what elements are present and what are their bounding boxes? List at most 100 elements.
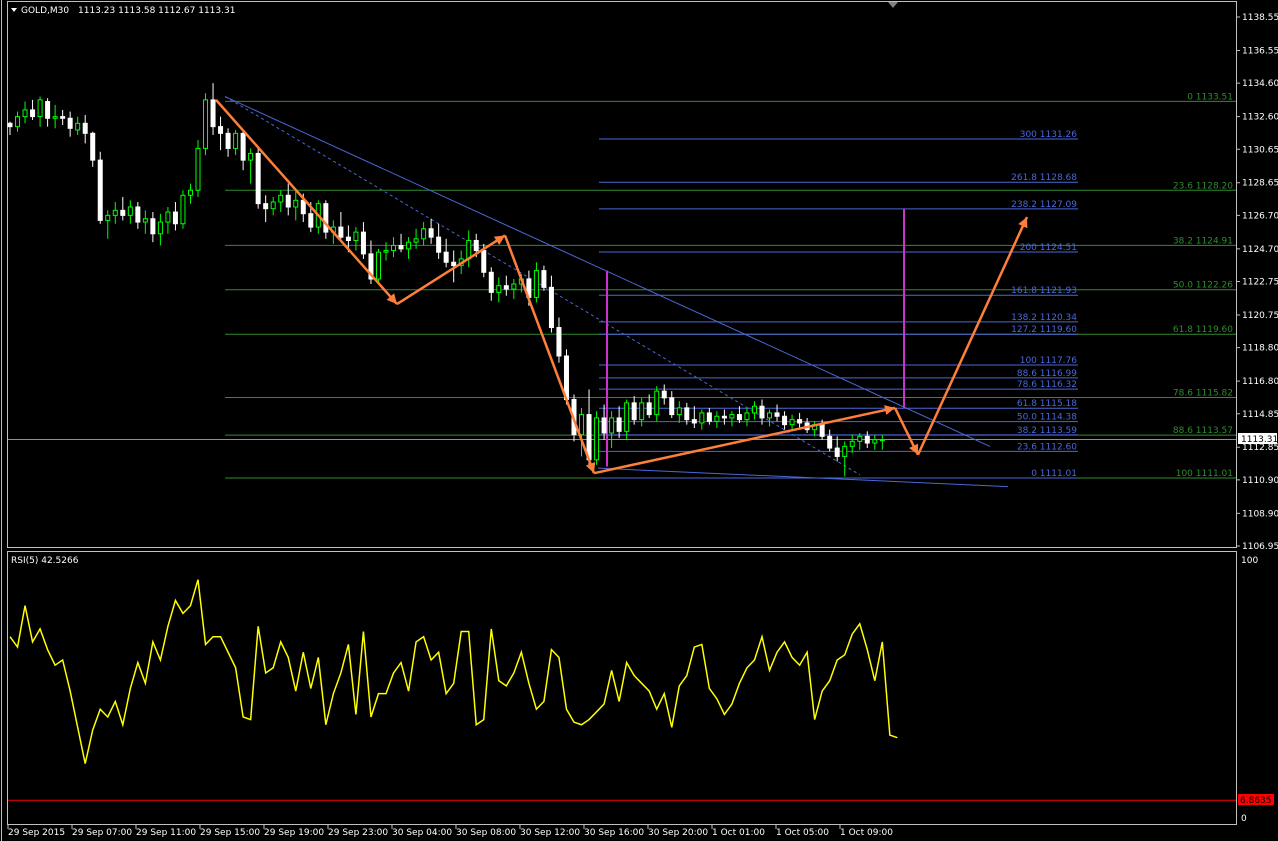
candle-body: [90, 132, 96, 161]
candle-body: [45, 101, 51, 119]
candle-body: [278, 194, 284, 203]
candle-body: [225, 132, 231, 149]
rsi-level-value: 6.8635: [1240, 796, 1272, 806]
candle-body: [646, 402, 652, 416]
candle-body: [30, 109, 36, 118]
candle-body: [67, 117, 73, 129]
price-tick-label: 1110.90: [1242, 476, 1278, 486]
fib-extension-label: 300 1131.26: [1020, 130, 1078, 140]
candle-body: [120, 209, 126, 216]
candle-body: [218, 126, 224, 134]
fib-retracement-label: 23.6 1128.20: [1173, 181, 1233, 191]
candle-body: [736, 414, 742, 421]
candle-body: [511, 283, 517, 290]
time-tick-label: 29 Sep 23:00: [328, 828, 388, 838]
candle-body: [842, 445, 848, 457]
candle-body: [473, 239, 479, 252]
candle-body: [338, 226, 344, 238]
candle-body: [60, 116, 66, 119]
time-tick-label: 30 Sep 16:00: [584, 828, 644, 838]
candle-body: [142, 218, 148, 223]
candle-body: [624, 402, 630, 432]
time-tick-label: 29 Sep 07:00: [72, 828, 132, 838]
candle-body: [819, 424, 825, 437]
candle-body: [421, 228, 427, 240]
price-tick-label: 1116.80: [1242, 377, 1278, 387]
candle-body: [308, 213, 314, 228]
candle-body: [661, 390, 667, 399]
time-tick-label: 29 Sep 2015: [8, 828, 65, 838]
fib-extension-label: 50.0 1114.38: [1017, 413, 1077, 423]
candle-body: [879, 439, 885, 442]
price-tick-label: 1106.95: [1242, 542, 1278, 552]
current-price-value: 1113.31: [1241, 435, 1278, 445]
trading-chart[interactable]: 0 1133.51 23.6 1128.20 38.2 1124.91 50.0 11…: [0, 0, 1278, 841]
candle-body: [157, 221, 163, 235]
candle-body: [383, 250, 389, 253]
price-tick-label: 1118.80: [1242, 344, 1278, 354]
candle-body: [105, 214, 111, 221]
price-tick-label: 1108.90: [1242, 509, 1278, 519]
candle-body: [774, 412, 780, 417]
fib-extension-label: 238.2 1127.09: [1011, 200, 1077, 210]
candle-body: [579, 414, 585, 436]
candle-body: [22, 109, 28, 118]
candle-body: [15, 116, 21, 128]
fib-extension-label: 200 1124.51: [1020, 243, 1077, 253]
candle-body: [789, 419, 795, 426]
candle-body: [684, 407, 690, 421]
candle-body: [556, 327, 562, 357]
candle-body: [691, 419, 697, 424]
fib-extension-label: 261.8 1128.68: [1011, 173, 1077, 183]
candle-body: [496, 285, 502, 293]
candle-body: [413, 238, 419, 243]
candle-body: [112, 209, 118, 216]
candle-body: [127, 206, 133, 216]
candle-body: [323, 203, 329, 233]
fib-extension-label: 138.2 1120.34: [1011, 313, 1077, 323]
price-tick-label: 1120.75: [1242, 311, 1278, 321]
candle-body: [293, 199, 299, 208]
candle-body: [466, 239, 472, 260]
fib-extension-label: 38.2 1113.59: [1017, 426, 1077, 436]
candle-body: [616, 417, 622, 432]
candle-body: [375, 251, 381, 280]
time-tick-label: 29 Sep 11:00: [136, 828, 196, 838]
price-tick-label: 1124.70: [1242, 245, 1278, 255]
candle-body: [436, 236, 442, 253]
candle-body: [849, 440, 855, 447]
ohlc-values: 1113.23 1113.58 1112.67 1113.31: [78, 6, 235, 16]
fib-retracement-label: 0 1133.51: [1187, 92, 1233, 102]
fib-extension-label: 161.8 1121.93: [1011, 286, 1077, 296]
candle-body: [263, 203, 269, 210]
symbol-label: GOLD,M30: [21, 6, 69, 16]
time-tick-label: 30 Sep 20:00: [648, 828, 708, 838]
fib-retracement-label: 38.2 1124.91: [1173, 236, 1233, 246]
candle-body: [210, 99, 216, 128]
candle-body: [751, 405, 757, 414]
time-tick-label: 29 Sep 19:00: [264, 828, 324, 838]
time-tick-label: 1 Oct 01:00: [712, 828, 765, 838]
candle-body: [654, 390, 660, 416]
candle-body: [7, 122, 13, 128]
fib-extension-label: 88.6 1116.99: [1017, 369, 1077, 379]
candle-body: [834, 447, 840, 457]
candle-body: [240, 132, 246, 161]
candle-body: [451, 261, 457, 267]
candle-body: [135, 206, 141, 223]
fib-extension-label: 61.8 1115.18: [1017, 399, 1077, 409]
fib-retracement-label: 50.0 1122.26: [1173, 281, 1233, 291]
candle-body: [759, 405, 765, 419]
candle-body: [195, 147, 201, 191]
candle-body: [248, 152, 254, 161]
candle-body: [270, 201, 276, 210]
candle-body: [744, 412, 750, 421]
candle-body: [669, 397, 675, 416]
candle-body: [406, 241, 412, 250]
candle-body: [360, 231, 366, 255]
price-tick-label: 1138.55: [1242, 13, 1278, 23]
candle-body: [165, 211, 171, 223]
rsi-axis-top: 100: [1241, 556, 1258, 566]
time-tick-label: 30 Sep 08:00: [456, 828, 516, 838]
fib-retracement-label: 100 1111.01: [1176, 469, 1233, 479]
